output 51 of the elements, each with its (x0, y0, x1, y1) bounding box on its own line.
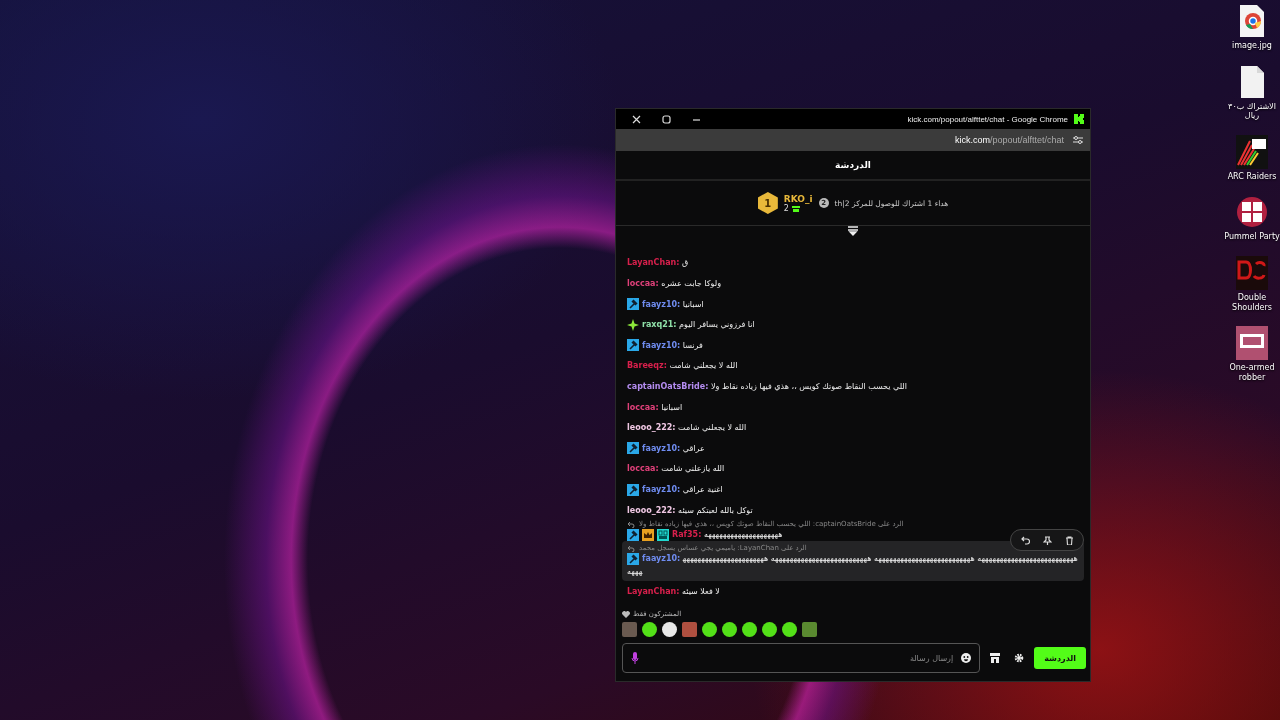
reply-arrow-icon (1020, 535, 1030, 545)
desktop-icon-label[interactable]: Pummel Party (1224, 232, 1280, 242)
crown-badge-icon (642, 528, 654, 541)
gift-count: 2 (783, 203, 789, 213)
settings-icon (1014, 653, 1025, 663)
game-shortcut-icon (1236, 134, 1268, 169)
gift-icon (791, 204, 800, 212)
desktop-icon-label[interactable]: image.jpg (1232, 41, 1272, 51)
rank-badge: 1 (757, 192, 778, 214)
desktop-icon-label[interactable]: ARC Raiders (1227, 171, 1277, 182)
hammer-badge-icon (627, 442, 639, 455)
emote[interactable] (762, 622, 777, 637)
game-shortcut-icon (1236, 195, 1268, 230)
square-icon (661, 114, 671, 124)
desktop-icon-label[interactable]: الاشتراك ب٣٠ ريال (1224, 101, 1280, 121)
heart-icon (622, 610, 630, 618)
emote[interactable] (702, 622, 717, 637)
chat-send-button[interactable]: الدردشة (1034, 647, 1086, 669)
desktop-icon-label[interactable]: One-armed robber (1224, 363, 1280, 383)
game-shortcut-icon (1236, 255, 1268, 290)
close-icon (631, 114, 641, 124)
trash-icon (1064, 535, 1074, 545)
desktop-icon-label[interactable]: Double Shoulders (1224, 292, 1280, 313)
emote[interactable] (742, 622, 757, 637)
chat-title: الدردشة (835, 160, 871, 170)
game-shortcut-icon (1236, 326, 1268, 361)
hammer-badge-icon (627, 528, 639, 541)
reply-icon (627, 520, 635, 528)
reply-icon (627, 544, 635, 552)
store-icon (989, 652, 1002, 664)
kick-logo-icon (1074, 114, 1084, 124)
emoji-icon[interactable] (961, 653, 972, 663)
window-title: kick.com/popout/alfttet/chat - Google Chrome (907, 114, 1068, 124)
pin-icon (1042, 535, 1052, 545)
emote[interactable] (642, 622, 657, 637)
message-input[interactable]: إرسال رسالة (645, 652, 956, 664)
hammer-badge-icon (627, 339, 639, 352)
emote[interactable] (722, 622, 737, 637)
hammer-badge-icon (627, 298, 639, 311)
emote[interactable] (782, 622, 797, 637)
collapse-icon[interactable] (847, 226, 859, 236)
og-badge-icon (657, 528, 669, 541)
hammer-badge-icon (627, 552, 639, 565)
gifter-name: RKO_i (783, 193, 813, 204)
site-settings-icon[interactable] (1072, 135, 1084, 145)
sparkle-badge-icon (627, 318, 639, 331)
hammer-badge-icon (627, 483, 639, 496)
emote[interactable] (662, 622, 677, 637)
message-box[interactable]: إرسال رسالة (622, 643, 981, 673)
url-text[interactable]: kick.com/popout/alfttet/chat (954, 135, 1064, 145)
microphone-icon[interactable] (631, 652, 639, 664)
